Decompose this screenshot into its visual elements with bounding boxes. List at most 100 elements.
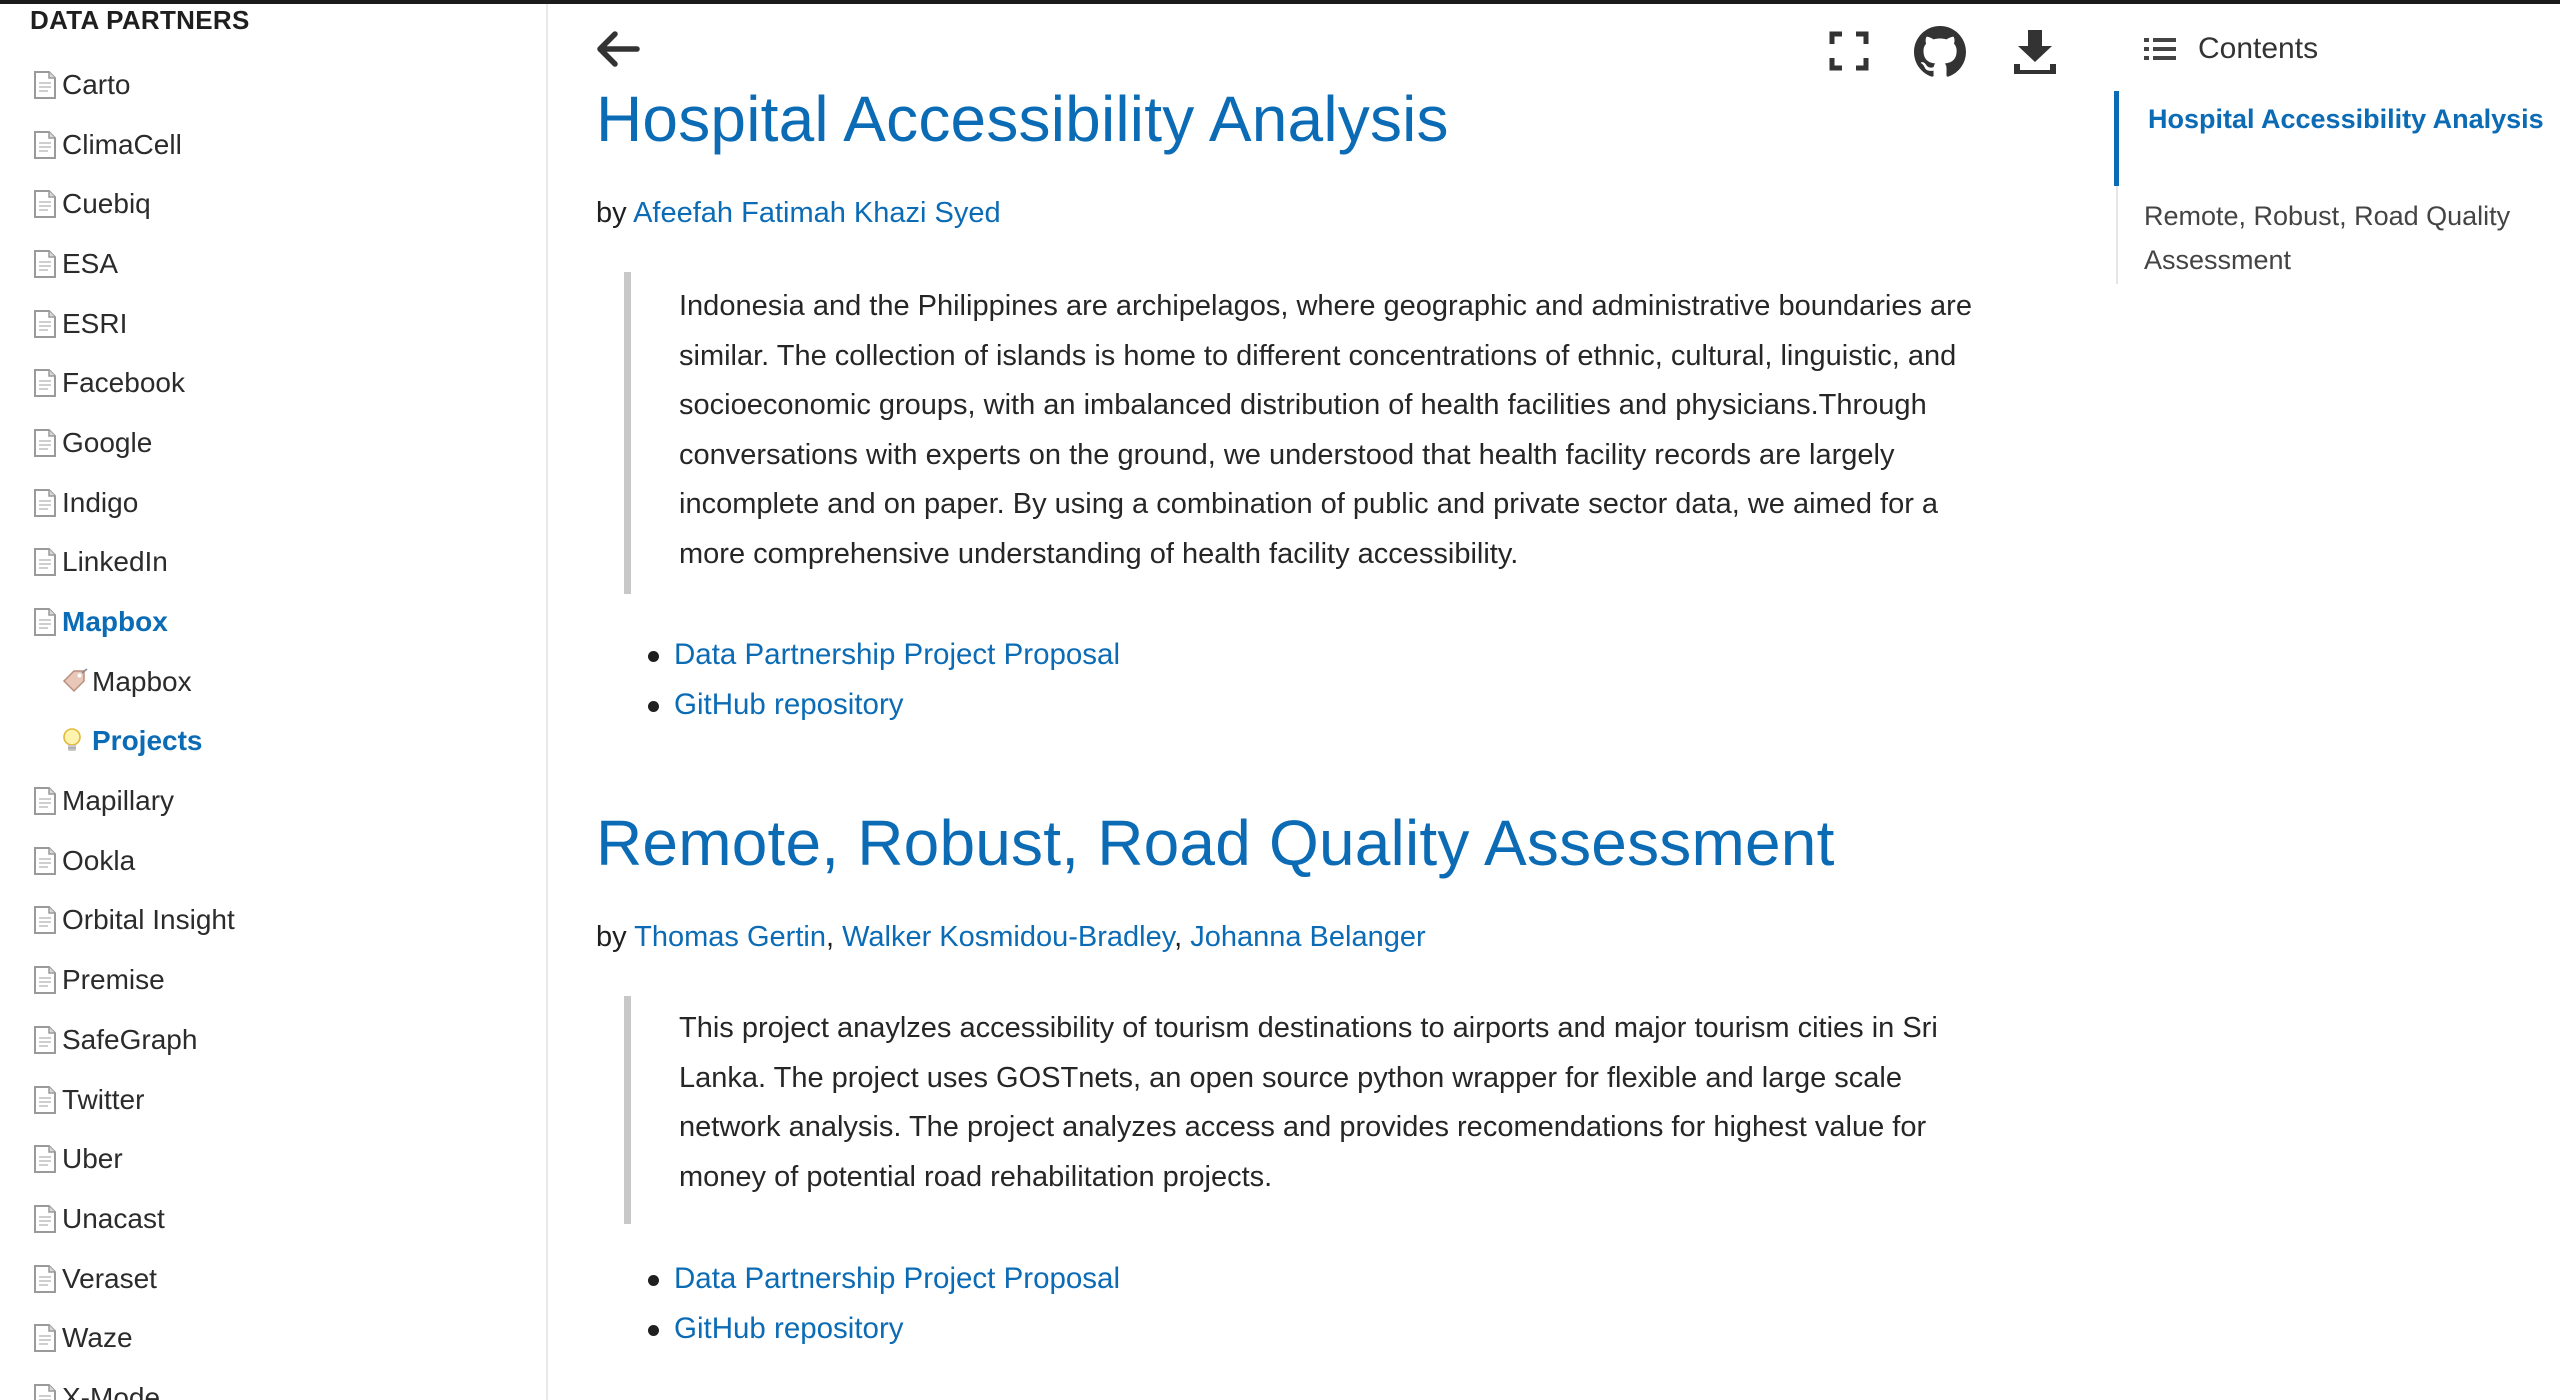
sidebar-item-google[interactable]: Google (0, 413, 546, 473)
sidebar-caption: DATA PARTNERS (30, 5, 250, 35)
list-item: GitHub repository (648, 680, 1120, 730)
sidebar-item-label: Mapbox (92, 665, 192, 697)
document-icon (32, 846, 58, 876)
author-link[interactable]: Walker Kosmidou-Bradley (842, 921, 1174, 953)
project-summary-1: Indonesia and the Philippines are archip… (624, 272, 2004, 594)
document-icon (32, 130, 58, 160)
sidebar: DATA PARTNERS Carto ClimaCell Cuebiq ESA ESR… (0, 4, 548, 1400)
document-icon (32, 70, 58, 100)
tag-icon (60, 667, 88, 697)
summary-text: Indonesia and the Philippines are archip… (679, 290, 1972, 570)
sidebar-item-label: ClimaCell (62, 128, 182, 160)
sidebar-item-label: ESA (62, 247, 119, 279)
sidebar-item-ookla[interactable]: Ookla (0, 831, 546, 891)
main-content: Hospital Accessibility Analysis by Afeef… (548, 4, 2110, 1400)
sidebar-item-label: Unacast (62, 1202, 165, 1234)
sidebar-item-label: Facebook (62, 367, 185, 399)
download-icon (2014, 30, 2056, 74)
fullscreen-button[interactable] (1824, 26, 1874, 76)
sidebar-item-label: Waze (62, 1322, 133, 1354)
sidebar-item-label: Ookla (62, 844, 136, 876)
document-icon (32, 1204, 58, 1234)
document-icon (32, 488, 58, 518)
sidebar-item-indigo[interactable]: Indigo (0, 473, 546, 533)
sidebar-item-unacast[interactable]: Unacast (0, 1189, 546, 1249)
toc-header: Contents (2144, 32, 2318, 66)
back-button[interactable] (593, 26, 641, 72)
sidebar-item-label: Indigo (62, 486, 139, 518)
list-item: Data Partnership Project Proposal (648, 630, 1120, 680)
fullscreen-icon (1829, 31, 1869, 71)
sidebar-item-esri[interactable]: ESRI (0, 294, 546, 354)
document-icon (32, 965, 58, 995)
sidebar-item-premise[interactable]: Premise (0, 950, 546, 1010)
sidebar-item-label: SafeGraph (62, 1023, 198, 1055)
project-links-2: Data Partnership Project Proposal GitHub… (648, 1254, 1120, 1353)
author-link[interactable]: Thomas Gertin (634, 921, 826, 953)
github-button[interactable] (1914, 26, 1966, 77)
proposal-link[interactable]: Data Partnership Project Proposal (674, 638, 1120, 671)
sidebar-item-label: Veraset (62, 1262, 157, 1294)
document-icon (32, 309, 58, 339)
summary-text: This project anaylzes accessibility of t… (679, 1012, 1938, 1193)
sidebar-item-orbital-insight[interactable]: Orbital Insight (0, 891, 546, 951)
sidebar-item-projects-sub[interactable]: Projects (0, 712, 546, 772)
sidebar-item-climacell[interactable]: ClimaCell (0, 115, 546, 175)
author-separator: , (825, 921, 843, 953)
sidebar-item-label: Google (62, 426, 153, 458)
document-icon (32, 786, 58, 816)
table-of-contents: Contents Hospital Accessibility Analysis… (2112, 4, 2560, 304)
download-button[interactable] (2010, 26, 2060, 76)
document-icon (32, 1085, 58, 1115)
sidebar-item-label: Mapillary (62, 785, 175, 817)
toc-active-indicator (2114, 91, 2119, 186)
sidebar-item-carto[interactable]: Carto (0, 55, 546, 115)
sidebar-item-twitter[interactable]: Twitter (0, 1070, 546, 1130)
byline-2: by Thomas Gertin, Walker Kosmidou-Bradle… (596, 921, 1426, 954)
document-icon (32, 905, 58, 935)
toc-item-hospital[interactable]: Hospital Accessibility Analysis (2148, 97, 2548, 141)
document-icon (32, 1025, 58, 1055)
sidebar-item-safegraph[interactable]: SafeGraph (0, 1010, 546, 1070)
sidebar-item-cuebiq[interactable]: Cuebiq (0, 174, 546, 234)
sidebar-item-label: Twitter (62, 1083, 145, 1115)
sidebar-item-label: Projects (92, 725, 203, 757)
project-title-2: Remote, Robust, Road Quality Assessment (596, 807, 1835, 879)
sidebar-item-label: X-Mode (62, 1381, 161, 1400)
sidebar-item-veraset[interactable]: Veraset (0, 1249, 546, 1309)
proposal-link[interactable]: Data Partnership Project Proposal (674, 1262, 1120, 1295)
author-link[interactable]: Afeefah Fatimah Khazi Syed (633, 197, 1001, 229)
list-item: Data Partnership Project Proposal (648, 1254, 1120, 1304)
sidebar-item-x-mode[interactable]: X-Mode (0, 1368, 546, 1400)
sidebar-item-uber[interactable]: Uber (0, 1129, 546, 1189)
sidebar-item-label: Cuebiq (62, 188, 151, 220)
sidebar-item-label: Uber (62, 1143, 123, 1175)
sidebar-item-mapillary[interactable]: Mapillary (0, 771, 546, 831)
byline-1: by Afeefah Fatimah Khazi Syed (596, 197, 1001, 230)
document-icon (32, 607, 58, 637)
list-item: GitHub repository (648, 1304, 1120, 1354)
author-link[interactable]: Johanna Belanger (1190, 921, 1425, 953)
document-icon (32, 1383, 58, 1400)
document-icon (32, 249, 58, 279)
project-title-1: Hospital Accessibility Analysis (596, 83, 1449, 155)
github-repo-link[interactable]: GitHub repository (674, 1312, 904, 1345)
toc-item-road-quality[interactable]: Remote, Robust, Road Quality Assessment (2144, 194, 2544, 282)
document-icon (32, 1323, 58, 1353)
lightbulb-icon (60, 726, 86, 756)
sidebar-item-waze[interactable]: Waze (0, 1308, 546, 1368)
sidebar-item-esa[interactable]: ESA (0, 234, 546, 294)
sidebar-item-mapbox[interactable]: Mapbox (0, 592, 546, 652)
document-icon (32, 428, 58, 458)
list-icon (2144, 38, 2176, 60)
document-icon (32, 1264, 58, 1294)
sidebar-item-mapbox-sub[interactable]: Mapbox (0, 652, 546, 712)
github-repo-link[interactable]: GitHub repository (674, 688, 904, 721)
arrow-left-icon (597, 31, 640, 67)
sidebar-item-facebook[interactable]: Facebook (0, 353, 546, 413)
byline-prefix: by (596, 921, 635, 953)
author-separator: , (1174, 921, 1191, 953)
project-links-1: Data Partnership Project Proposal GitHub… (648, 630, 1120, 729)
github-icon (1914, 26, 1966, 77)
sidebar-item-linkedin[interactable]: LinkedIn (0, 533, 546, 593)
